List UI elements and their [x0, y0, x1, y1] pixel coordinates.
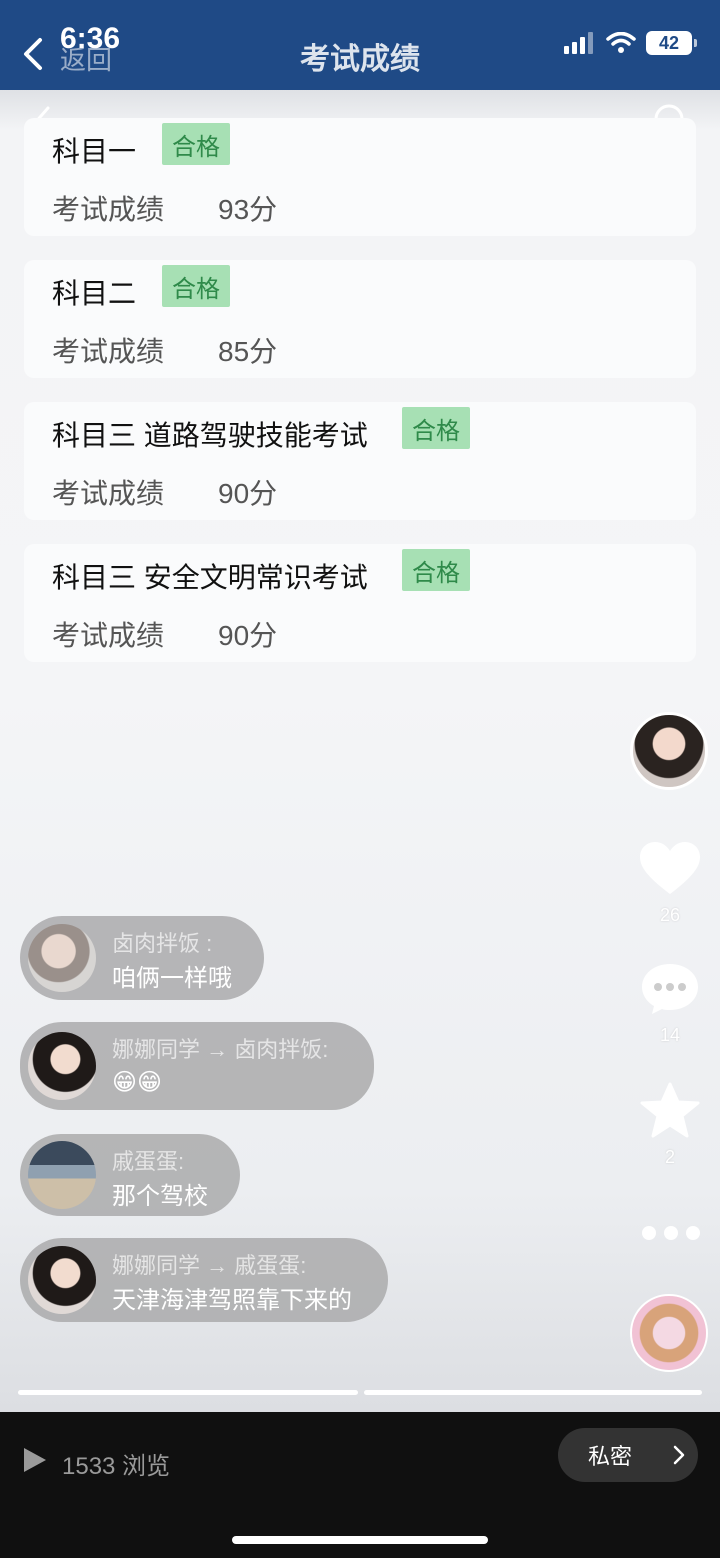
result-card: 科目三 道路驾驶技能考试 合格 考试成绩 90分	[24, 402, 696, 520]
comment-text: 咱俩一样哦	[112, 965, 232, 992]
comment-count: 14	[659, 1025, 681, 1045]
favorite-count: 2	[664, 1147, 675, 1167]
comment-user: 娜娜同学 → 卤肉拌饭:	[112, 1037, 329, 1062]
comment-user: 娜娜同学 → 戚蛋蛋:	[112, 1253, 307, 1278]
avatar	[28, 924, 96, 992]
bottom-bar: 1533 浏览 私密	[0, 1412, 720, 1558]
comment-user: 卤肉拌饭 :	[112, 931, 213, 956]
comment-text: 天津海津驾照靠下来的	[112, 1287, 352, 1314]
result-card: 科目一 合格 考试成绩 93分	[24, 118, 696, 236]
subject-name: 科目一	[52, 136, 137, 167]
comment-bubble[interactable]: 娜娜同学 → 戚蛋蛋: 天津海津驾照靠下来的	[20, 1238, 388, 1322]
score-label: 考试成绩	[52, 620, 165, 651]
pass-badge: 合格	[162, 265, 230, 307]
score-value: 90分	[218, 478, 278, 509]
progress-segment	[18, 1390, 358, 1395]
play-icon	[24, 1448, 46, 1472]
avatar	[28, 1141, 96, 1209]
music-disc[interactable]	[630, 1294, 708, 1372]
home-indicator	[232, 1536, 488, 1544]
chevron-right-icon	[673, 1445, 685, 1465]
private-button[interactable]: 私密	[558, 1428, 698, 1482]
result-card: 科目二 合格 考试成绩 85分	[24, 260, 696, 378]
view-count: 1533 浏览	[62, 1453, 171, 1480]
subject-name: 科目三 道路驾驶技能考试	[52, 420, 368, 451]
comment-bubble[interactable]: 戚蛋蛋: 那个驾校	[20, 1134, 240, 1216]
comment-text: 那个驾校	[112, 1183, 208, 1210]
comment-text: 😁😁	[112, 1069, 163, 1096]
pass-badge: 合格	[162, 123, 230, 165]
pass-badge: 合格	[402, 549, 470, 591]
battery-icon: 42	[646, 31, 697, 55]
comment-icon[interactable]	[640, 962, 700, 1016]
wifi-icon	[606, 32, 636, 53]
subject-name: 科目二	[52, 278, 137, 309]
result-card: 科目三 安全文明常识考试 合格 考试成绩 90分	[24, 544, 696, 662]
score-value: 90分	[218, 620, 278, 651]
signal-icon	[564, 32, 593, 54]
comment-user: 戚蛋蛋:	[112, 1149, 185, 1174]
avatar	[28, 1032, 96, 1100]
pass-badge: 合格	[402, 407, 470, 449]
progress-segment	[364, 1390, 702, 1395]
score-label: 考试成绩	[52, 478, 165, 509]
score-value: 85分	[218, 336, 278, 367]
score-value: 93分	[218, 194, 278, 225]
score-label: 考试成绩	[52, 194, 165, 225]
comment-bubble[interactable]: 娜娜同学 → 卤肉拌饭: 😁😁	[20, 1022, 374, 1110]
like-count: 26	[659, 905, 681, 925]
subject-name: 科目三 安全文明常识考试	[52, 562, 368, 593]
like-action[interactable]: 26	[640, 842, 700, 926]
author-avatar[interactable]	[630, 712, 708, 790]
private-label: 私密	[588, 1444, 633, 1469]
comment-bubble[interactable]: 卤肉拌饭 : 咱俩一样哦	[20, 916, 264, 1000]
comment-action[interactable]: 14	[640, 962, 700, 1046]
status-icons: 42	[564, 30, 697, 56]
avatar	[28, 1246, 96, 1314]
score-label: 考试成绩	[52, 336, 165, 367]
favorite-action[interactable]: 2	[640, 1082, 700, 1168]
heart-icon[interactable]	[640, 842, 700, 896]
more-icon[interactable]	[642, 1226, 700, 1240]
star-icon[interactable]	[640, 1082, 700, 1138]
app-header: 返回 6:36 考试成绩 42	[0, 0, 720, 90]
